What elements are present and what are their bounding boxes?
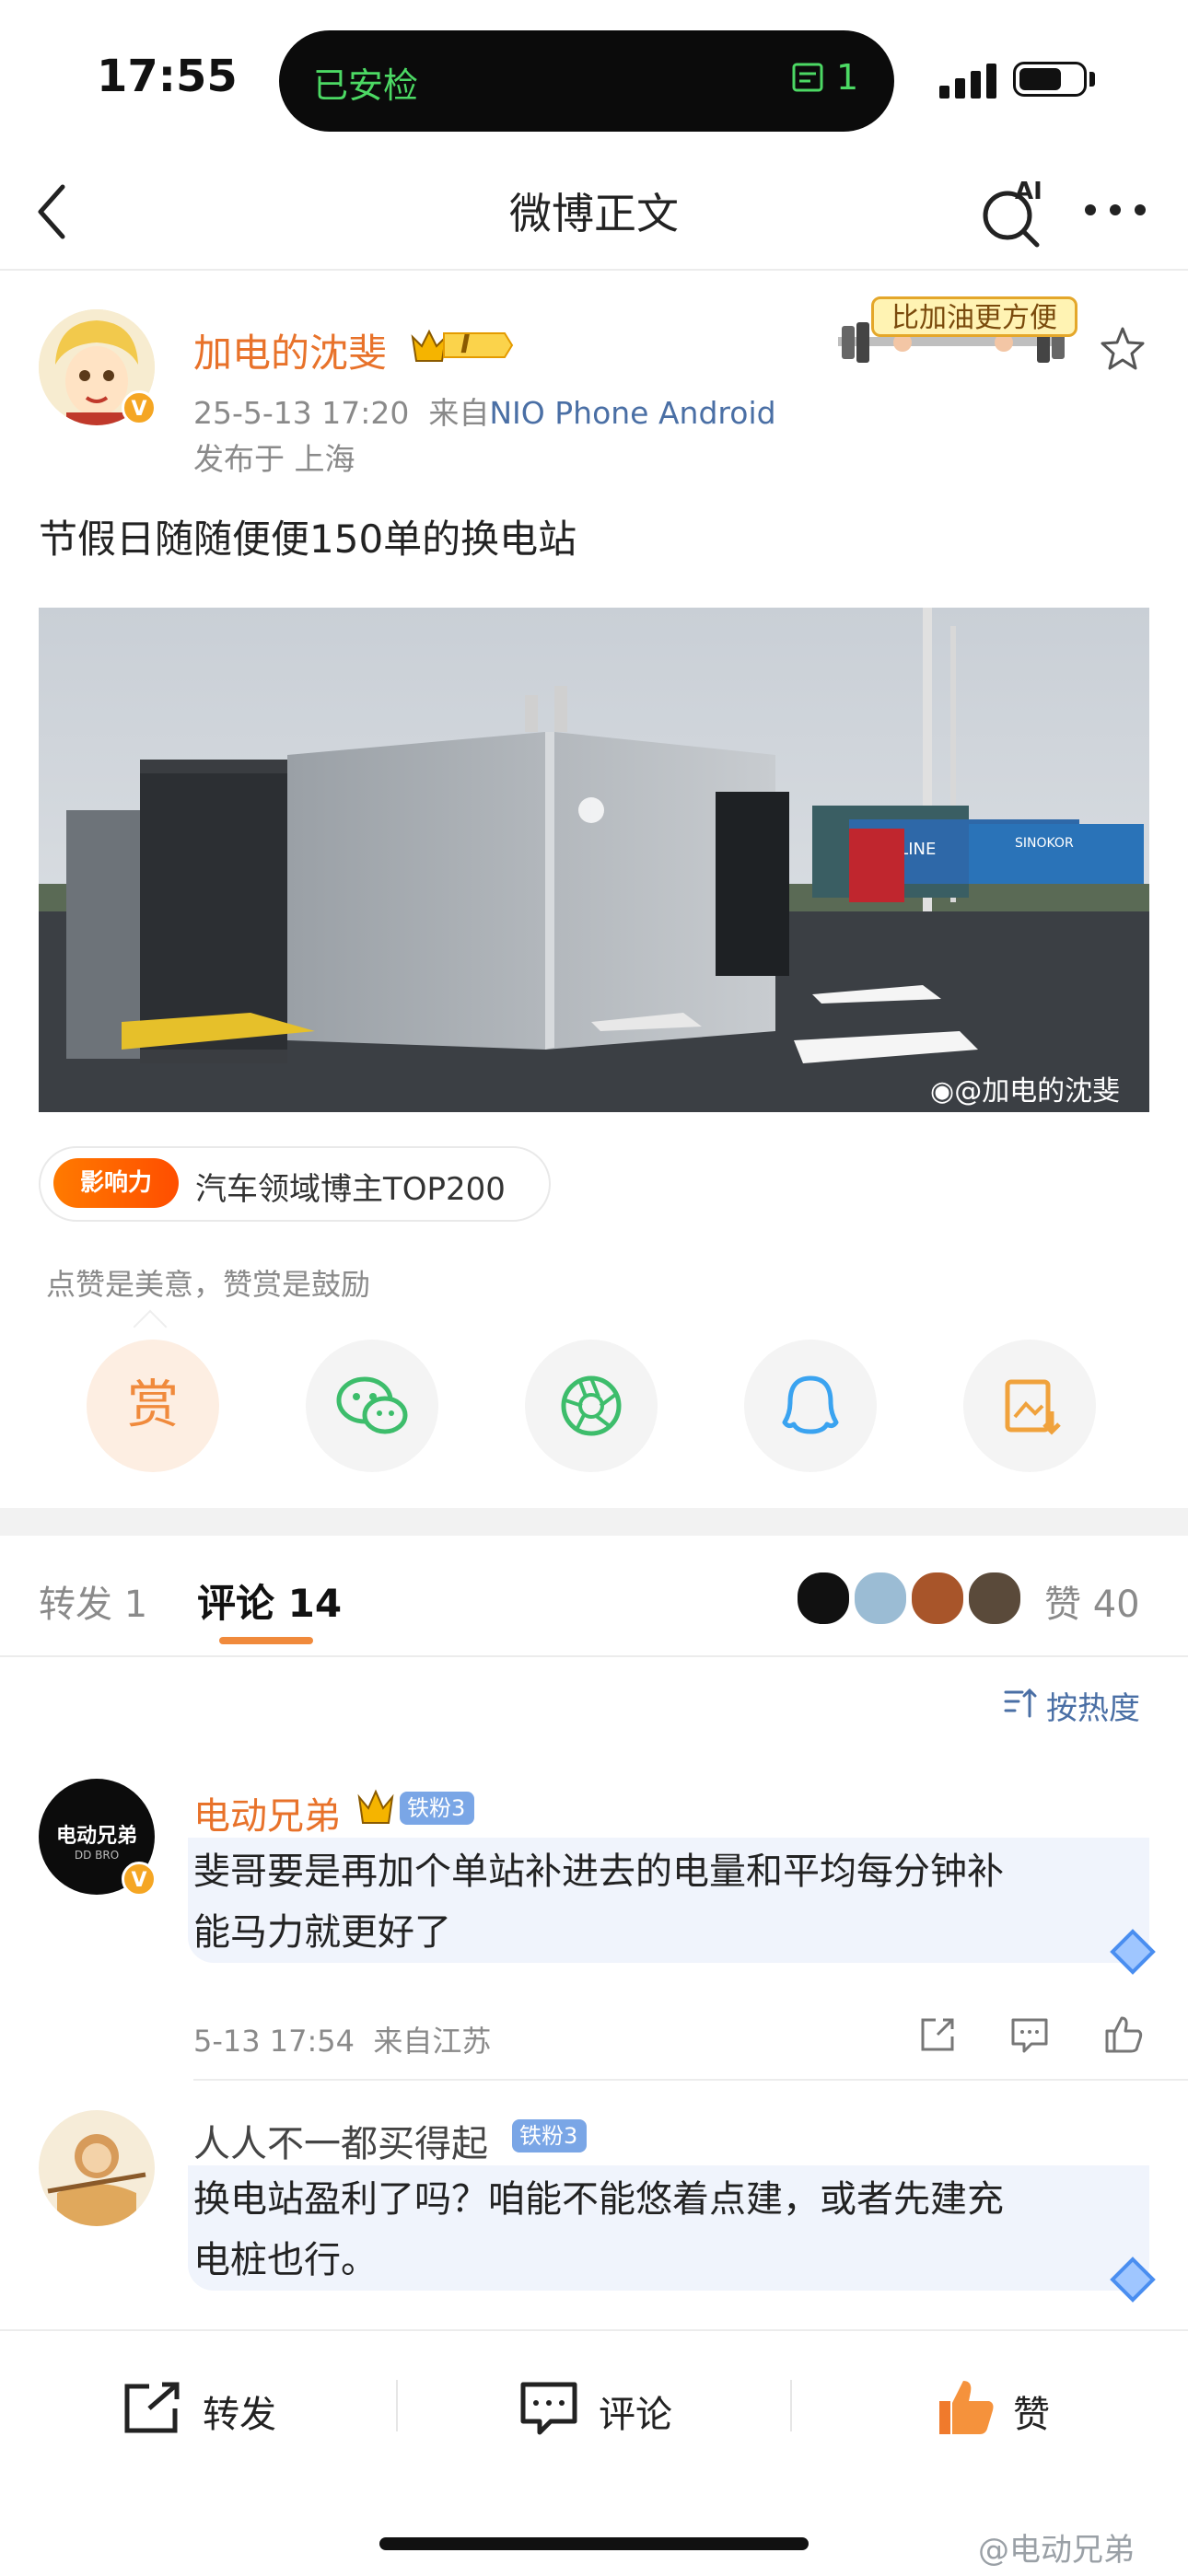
- share-moments-button[interactable]: [525, 1340, 658, 1472]
- tab-likes[interactable]: 赞 40: [1044, 1574, 1140, 1628]
- reward-hint: 点赞是美意，赞赏是鼓励: [46, 1267, 371, 1302]
- comment-avatar[interactable]: [39, 2110, 155, 2226]
- comment-text: 换电站盈利了吗？咱能不能悠着点建，或者先建充 电桩也行。: [193, 2178, 1004, 2281]
- post-source[interactable]: NIO Phone Android: [489, 395, 775, 431]
- liker-avatars[interactable]: [796, 1571, 1026, 1626]
- liker-avatar: [910, 1571, 965, 1626]
- post-date: 25-5-13 17:20: [193, 395, 410, 431]
- footer-watermark: @电动兄弟: [978, 2532, 1135, 2569]
- home-indicator[interactable]: [379, 2537, 809, 2550]
- share-qq-button[interactable]: [744, 1340, 877, 1472]
- reply-icon[interactable]: [1009, 2014, 1050, 2055]
- tab-divider: [0, 1655, 1188, 1657]
- share-wechat-button[interactable]: [306, 1340, 438, 1472]
- tab-comments[interactable]: 评论 14: [197, 1572, 342, 1629]
- island-status-text: 已安检: [313, 65, 419, 106]
- image-watermark: ◉@加电的沈斐: [930, 1075, 1121, 1108]
- post-text: 节假日随随便便150单的换电站: [39, 516, 577, 562]
- comment-author[interactable]: 人人不一都买得起: [193, 2114, 488, 2167]
- liker-avatar: [967, 1571, 1022, 1626]
- post-image[interactable]: BS LINE SINOKOR: [39, 608, 1149, 1112]
- crown-icon: [355, 1786, 396, 1830]
- save-image-button[interactable]: [963, 1340, 1096, 1472]
- like-icon[interactable]: [1101, 2013, 1143, 2053]
- repost-icon[interactable]: [122, 2381, 184, 2440]
- post-location: 发布于 上海: [193, 441, 355, 477]
- comment-text: 斐哥要是再加个单站补进去的电量和平均每分钟补 能马力就更好了: [193, 1851, 1004, 1954]
- repost-button[interactable]: 转发: [203, 2385, 276, 2438]
- level-badge-text: I: [460, 329, 471, 359]
- fan-badge: 铁粉3: [400, 1792, 475, 1825]
- favorite-star-icon[interactable]: [1098, 324, 1147, 374]
- sort-icon[interactable]: [1002, 1685, 1039, 1722]
- hint-arrow: [133, 1309, 168, 1344]
- ai-search-icon[interactable]: AI: [976, 175, 1050, 249]
- comment-divider: [193, 2079, 1188, 2081]
- like-button[interactable]: 赞: [1013, 2385, 1050, 2438]
- battery-tip: [1089, 72, 1095, 87]
- status-time: 17:55: [97, 51, 238, 102]
- save-image-icon: [1005, 1379, 1061, 1435]
- nav-divider: [0, 269, 1188, 271]
- verified-badge-icon: V: [122, 390, 157, 425]
- comment-meta: 5-13 17:54 来自江苏: [193, 2024, 492, 2059]
- influence-text: 汽车领域博主TOP200: [195, 1171, 506, 1208]
- fan-badge: 铁粉3: [512, 2119, 588, 2152]
- comment-icon[interactable]: [518, 2379, 580, 2442]
- island-ticket-icon: [790, 59, 827, 99]
- comment-button[interactable]: 评论: [599, 2385, 672, 2438]
- liker-avatar: [796, 1571, 851, 1626]
- reward-button[interactable]: 赏: [87, 1340, 219, 1472]
- verified-badge-icon: V: [122, 1862, 157, 1897]
- avatar-logo-subtext: DD BRO: [74, 1849, 120, 1862]
- promo-text[interactable]: 比加油更方便: [871, 296, 1077, 337]
- image-sign2: SINOKOR: [1015, 836, 1074, 851]
- like-filled-icon[interactable]: [934, 2375, 998, 2443]
- tab-underline: [219, 1637, 313, 1644]
- bar-separator: [790, 2380, 792, 2431]
- source-prefix: 来自: [428, 395, 490, 431]
- island-count: 1: [836, 57, 859, 98]
- diamond-icon: [1105, 2252, 1160, 2311]
- bar-separator: [396, 2380, 398, 2431]
- moments-icon: [561, 1375, 622, 1436]
- battery-icon: [1013, 62, 1087, 97]
- sort-label[interactable]: 按热度: [1046, 1683, 1140, 1728]
- diamond-icon: [1105, 1924, 1160, 1983]
- influence-badge: 影响力: [53, 1158, 179, 1208]
- liker-avatar: [853, 1571, 908, 1626]
- avatar-logo-text: 电动兄弟: [55, 1825, 137, 1848]
- tab-repost[interactable]: 转发 1: [39, 1574, 147, 1628]
- qq-icon: [782, 1375, 839, 1434]
- post-meta: 25-5-13 17:20 来自NIO Phone Android: [193, 389, 776, 433]
- more-icon[interactable]: [1085, 201, 1149, 219]
- signal-icon: [939, 62, 998, 99]
- author-name[interactable]: 加电的沈斐: [193, 322, 387, 378]
- weibo-logo-icon: ◉: [930, 1075, 955, 1108]
- section-gap: [0, 1508, 1188, 1536]
- share-icon[interactable]: [917, 2014, 958, 2055]
- svg-text:AI: AI: [1015, 178, 1042, 205]
- wechat-icon: [336, 1376, 408, 1434]
- comment-author[interactable]: 电动兄弟: [193, 1786, 341, 1839]
